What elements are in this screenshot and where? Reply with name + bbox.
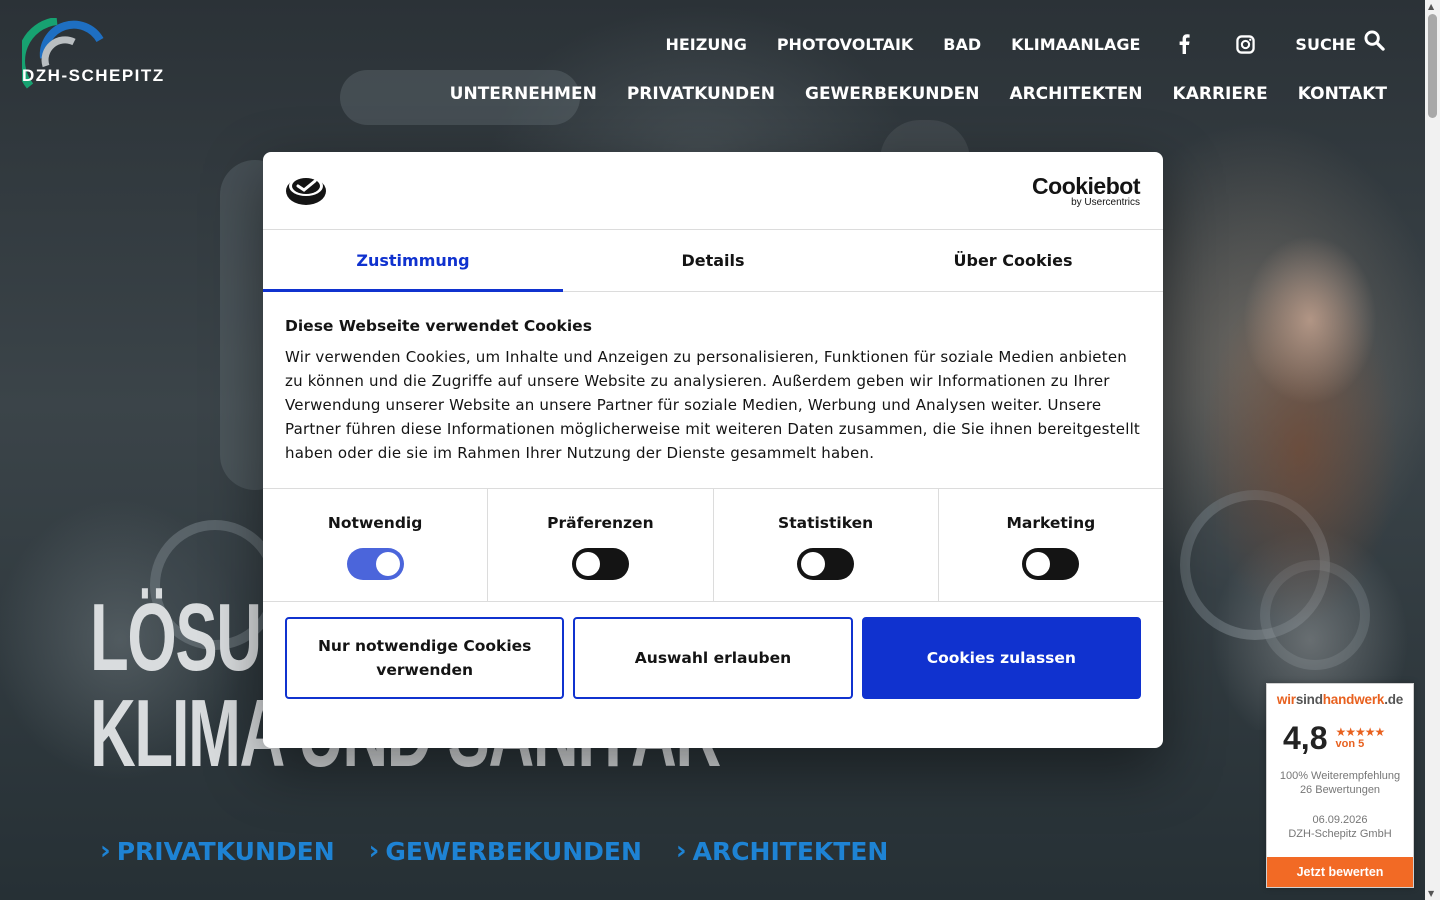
hero-person-image — [1160, 170, 1425, 730]
scroll-thumb[interactable] — [1428, 14, 1437, 118]
search-label: SUCHE — [1295, 34, 1356, 54]
consent-toggles: Notwendig Präferenzen Statistiken Market… — [263, 489, 1163, 602]
chevron-right-icon: › — [675, 836, 687, 866]
review-stars: ★★★★★ von 5 — [1335, 725, 1385, 750]
review-recommendation: 100% Weiterempfehlung — [1279, 770, 1401, 782]
toggle-notwendig[interactable] — [346, 548, 404, 580]
toggle-label: Statistiken — [778, 514, 874, 532]
dialog-heading: Diese Webseite verwendet Cookies — [285, 317, 592, 335]
chevron-right-icon: › — [100, 836, 111, 866]
hero-link-label: GEWERBEKUNDEN — [385, 836, 642, 866]
cookie-banner-logo-icon — [285, 172, 327, 210]
nav-kontakt[interactable]: KONTAKT — [1298, 84, 1387, 104]
logo-wordmark[interactable]: DZH-SCHEPITZ — [22, 66, 165, 86]
allow-all-button[interactable]: Cookies zulassen — [861, 617, 1141, 699]
nav-bad[interactable]: BAD — [943, 35, 981, 54]
review-widget[interactable]: wirsindhandwerk.de 4,8 ★★★★★ von 5 100% … — [1266, 683, 1414, 888]
facebook-icon[interactable] — [1178, 34, 1191, 54]
scroll-down-arrow-icon[interactable]: ▼ — [1428, 889, 1434, 898]
review-score-value: 4,8 — [1283, 719, 1328, 756]
review-count: 26 Bewertungen — [1299, 784, 1381, 796]
cookiebot-brand[interactable]: Cookiebot by Usercentrics — [1032, 174, 1140, 208]
only-necessary-button[interactable]: Nur notwendige Cookies verwenden — [285, 617, 565, 699]
search-icon — [1364, 29, 1385, 51]
toggle-label: Präferenzen — [547, 514, 654, 532]
toggle-group-statistiken: Statistiken — [714, 489, 939, 601]
scroll-up-arrow-icon[interactable]: ▲ — [1428, 2, 1434, 11]
page-scrollbar[interactable]: ▲ ▼ — [1425, 0, 1440, 900]
review-brand-part: wir — [1276, 692, 1296, 707]
tab-details[interactable]: Details — [563, 230, 863, 291]
tab-zustimmung[interactable]: Zustimmung — [263, 230, 563, 292]
toggle-group-praeferenzen: Präferenzen — [488, 489, 714, 601]
main-navigation: UNTERNEHMEN PRIVATKUNDEN GEWERBEKUNDEN A… — [420, 84, 1387, 104]
toggle-group-notwendig: Notwendig — [263, 489, 489, 601]
tab-ueber-cookies[interactable]: Über Cookies — [863, 230, 1163, 291]
dialog-header: Cookiebot by Usercentrics — [263, 152, 1163, 230]
chevron-right-icon: › — [368, 836, 380, 866]
review-brand-part: handwerk — [1322, 692, 1385, 707]
dialog-body: Diese Webseite verwendet Cookies Wir ver… — [263, 292, 1163, 489]
toggle-statistiken[interactable] — [797, 548, 855, 580]
nav-photovoltaik[interactable]: PHOTOVOLTAIK — [777, 35, 913, 54]
dialog-tabs: Zustimmung Details Über Cookies — [263, 230, 1163, 292]
hero-link-label: ARCHITEKTEN — [692, 836, 889, 866]
cookie-consent-dialog: Cookiebot by Usercentrics Zustimmung Det… — [263, 152, 1163, 748]
review-company: DZH-Schepitz GmbH — [1288, 828, 1392, 840]
nav-privatkunden[interactable]: PRIVATKUNDEN — [627, 84, 775, 104]
nav-heizung[interactable]: HEIZUNG — [665, 35, 746, 54]
top-navigation: HEIZUNG PHOTOVOLTAIK BAD KLIMAANLAGE SUC… — [635, 29, 1385, 54]
toggle-label: Notwendig — [327, 514, 423, 532]
nav-karriere[interactable]: KARRIERE — [1173, 84, 1268, 104]
hero-link-privatkunden[interactable]: › PRIVATKUNDEN — [100, 836, 335, 866]
review-brand: wirsindhandwerk.de — [1267, 692, 1413, 707]
nav-klimaanlage[interactable]: KLIMAANLAGE — [1011, 35, 1140, 54]
dialog-description: Wir verwenden Cookies, um Inhalte und An… — [285, 348, 1141, 462]
search-button[interactable]: SUCHE — [1285, 29, 1385, 54]
instagram-icon[interactable] — [1236, 34, 1256, 54]
rate-now-button[interactable]: Jetzt bewerten — [1267, 857, 1413, 887]
review-out-of: von 5 — [1335, 738, 1365, 750]
hero-link-label: PRIVATKUNDEN — [116, 836, 335, 866]
cookiebot-brand-sub: by Usercentrics — [1071, 197, 1140, 208]
review-brand-part: .de — [1384, 692, 1404, 707]
nav-gewerbekunden[interactable]: GEWERBEKUNDEN — [805, 84, 979, 104]
review-date: 06.09.2026 — [1312, 814, 1368, 826]
hero-links: › PRIVATKUNDEN › GEWERBEKUNDEN › ARCHITE… — [100, 836, 888, 866]
dialog-actions: Nur notwendige Cookies verwenden Auswahl… — [263, 602, 1163, 699]
hero-link-gewerbekunden[interactable]: › GEWERBEKUNDEN — [369, 836, 642, 866]
toggle-group-marketing: Marketing — [939, 489, 1163, 601]
star-rating-icon: ★★★★★ — [1335, 725, 1385, 739]
review-brand-part: sind — [1295, 692, 1323, 707]
toggle-label: Marketing — [1006, 514, 1096, 532]
nav-architekten[interactable]: ARCHITEKTEN — [1009, 84, 1142, 104]
allow-selection-button[interactable]: Auswahl erlauben — [573, 617, 853, 699]
review-score: 4,8 ★★★★★ von 5 — [1267, 719, 1413, 756]
toggle-marketing[interactable] — [1022, 548, 1080, 580]
nav-unternehmen[interactable]: UNTERNEHMEN — [450, 84, 597, 104]
toggle-praeferenzen[interactable] — [571, 548, 629, 580]
cookiebot-brand-name: Cookiebot — [1032, 173, 1140, 199]
hero-link-architekten[interactable]: › ARCHITEKTEN — [676, 836, 888, 866]
